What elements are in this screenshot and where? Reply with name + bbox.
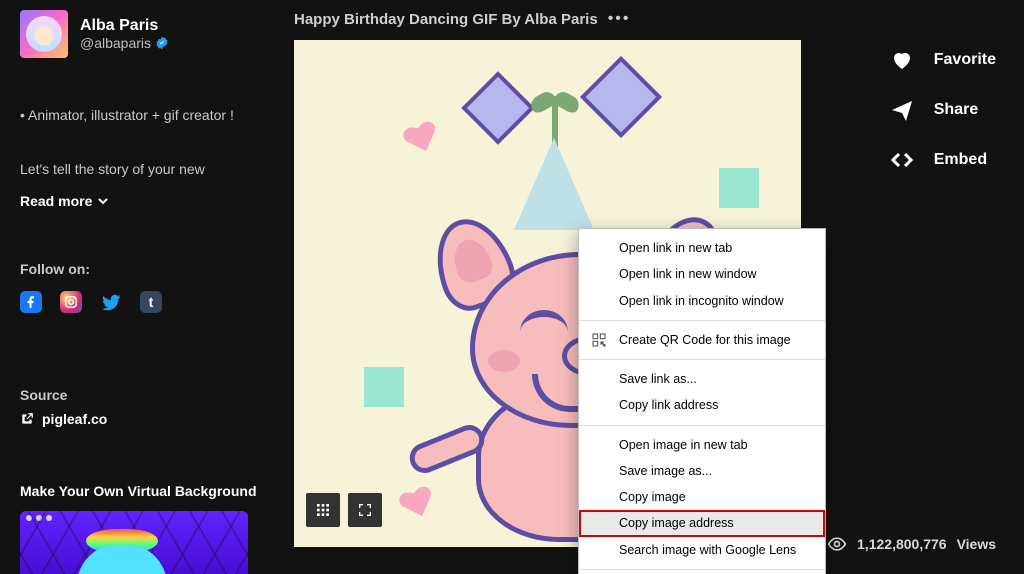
- source-link[interactable]: pigleaf.co: [20, 411, 272, 427]
- bio-line2: Let's tell the story of your new: [20, 160, 272, 180]
- facebook-icon[interactable]: [20, 291, 42, 313]
- verified-icon: [155, 36, 169, 50]
- grid-icon: [315, 502, 331, 518]
- share-button[interactable]: Share: [890, 98, 996, 122]
- grid-view-button[interactable]: [306, 493, 340, 527]
- author-block[interactable]: Alba Paris @albaparis: [20, 10, 272, 58]
- cm-search-google-lens[interactable]: Search image with Google Lens: [579, 537, 825, 563]
- star-icon: [364, 367, 404, 407]
- promo-label: Make Your Own Virtual Background: [20, 483, 272, 499]
- cm-save-link-as[interactable]: Save link as...: [579, 366, 825, 392]
- paper-plane-icon: [890, 98, 914, 122]
- stage-toolbar: [306, 493, 382, 527]
- fullscreen-button[interactable]: [348, 493, 382, 527]
- gif-title: Happy Birthday Dancing GIF By Alba Paris: [294, 11, 598, 28]
- cm-open-link-new-tab[interactable]: Open link in new tab: [579, 235, 825, 261]
- code-icon: [890, 148, 914, 172]
- share-label: Share: [934, 101, 978, 119]
- sidebar: Alba Paris @albaparis Animator, illustra…: [20, 10, 272, 574]
- follow-label: Follow on:: [20, 261, 272, 277]
- author-text: Alba Paris @albaparis: [80, 17, 169, 51]
- more-button[interactable]: •••: [608, 10, 631, 28]
- cm-create-qr[interactable]: Create QR Code for this image: [579, 327, 825, 353]
- cm-copy-link-address[interactable]: Copy link address: [579, 392, 825, 418]
- title-row: Happy Birthday Dancing GIF By Alba Paris…: [294, 10, 801, 28]
- author-handle[interactable]: @albaparis: [80, 35, 169, 51]
- qr-code-icon: [591, 332, 607, 348]
- tumblr-icon[interactable]: t: [140, 291, 162, 313]
- cm-open-image-new-tab[interactable]: Open image in new tab: [579, 432, 825, 458]
- author-avatar[interactable]: [20, 10, 68, 58]
- instagram-icon[interactable]: [60, 291, 82, 313]
- read-more-label: Read more: [20, 193, 92, 209]
- eye-icon: [827, 534, 847, 554]
- confetti-icon: [461, 71, 535, 145]
- view-count-number: 1,122,800,776: [857, 536, 947, 552]
- read-more-toggle[interactable]: Read more: [20, 193, 272, 209]
- view-count: 1,122,800,776 Views: [827, 534, 996, 554]
- chevron-down-icon: [98, 196, 108, 206]
- cm-copy-image-address[interactable]: Copy image address: [579, 510, 825, 536]
- promo-block: Make Your Own Virtual Background: [20, 483, 272, 574]
- external-link-icon: [20, 412, 34, 426]
- embed-label: Embed: [934, 151, 987, 169]
- cm-save-image-as[interactable]: Save image as...: [579, 458, 825, 484]
- bio-line1: Animator, illustrator + gif creator !: [20, 106, 272, 126]
- confetti-icon: [580, 56, 662, 138]
- view-count-suffix: Views: [957, 536, 996, 552]
- source-block: Source pigleaf.co: [20, 387, 272, 427]
- source-link-text: pigleaf.co: [42, 411, 107, 427]
- cm-open-link-incognito[interactable]: Open link in incognito window: [579, 288, 825, 314]
- embed-button[interactable]: Embed: [890, 148, 996, 172]
- social-row: t: [20, 291, 272, 313]
- author-handle-text: @albaparis: [80, 35, 151, 51]
- cm-open-link-new-window[interactable]: Open link in new window: [579, 261, 825, 287]
- promo-character: [76, 523, 168, 574]
- cm-create-qr-label: Create QR Code for this image: [619, 333, 791, 347]
- heart-icon: [400, 117, 442, 157]
- promo-tile[interactable]: [20, 511, 248, 574]
- author-bio: Animator, illustrator + gif creator ! Le…: [20, 106, 272, 179]
- favorite-button[interactable]: Favorite: [890, 48, 996, 72]
- favorite-label: Favorite: [934, 51, 996, 69]
- heart-icon: [890, 48, 914, 72]
- cm-copy-image[interactable]: Copy image: [579, 484, 825, 510]
- source-label: Source: [20, 387, 272, 403]
- context-menu: Open link in new tab Open link in new wi…: [578, 228, 826, 574]
- twitter-icon[interactable]: [100, 291, 122, 313]
- author-name[interactable]: Alba Paris: [80, 17, 169, 35]
- actions-bar: Favorite Share Embed: [890, 48, 996, 172]
- fullscreen-icon: [357, 502, 373, 518]
